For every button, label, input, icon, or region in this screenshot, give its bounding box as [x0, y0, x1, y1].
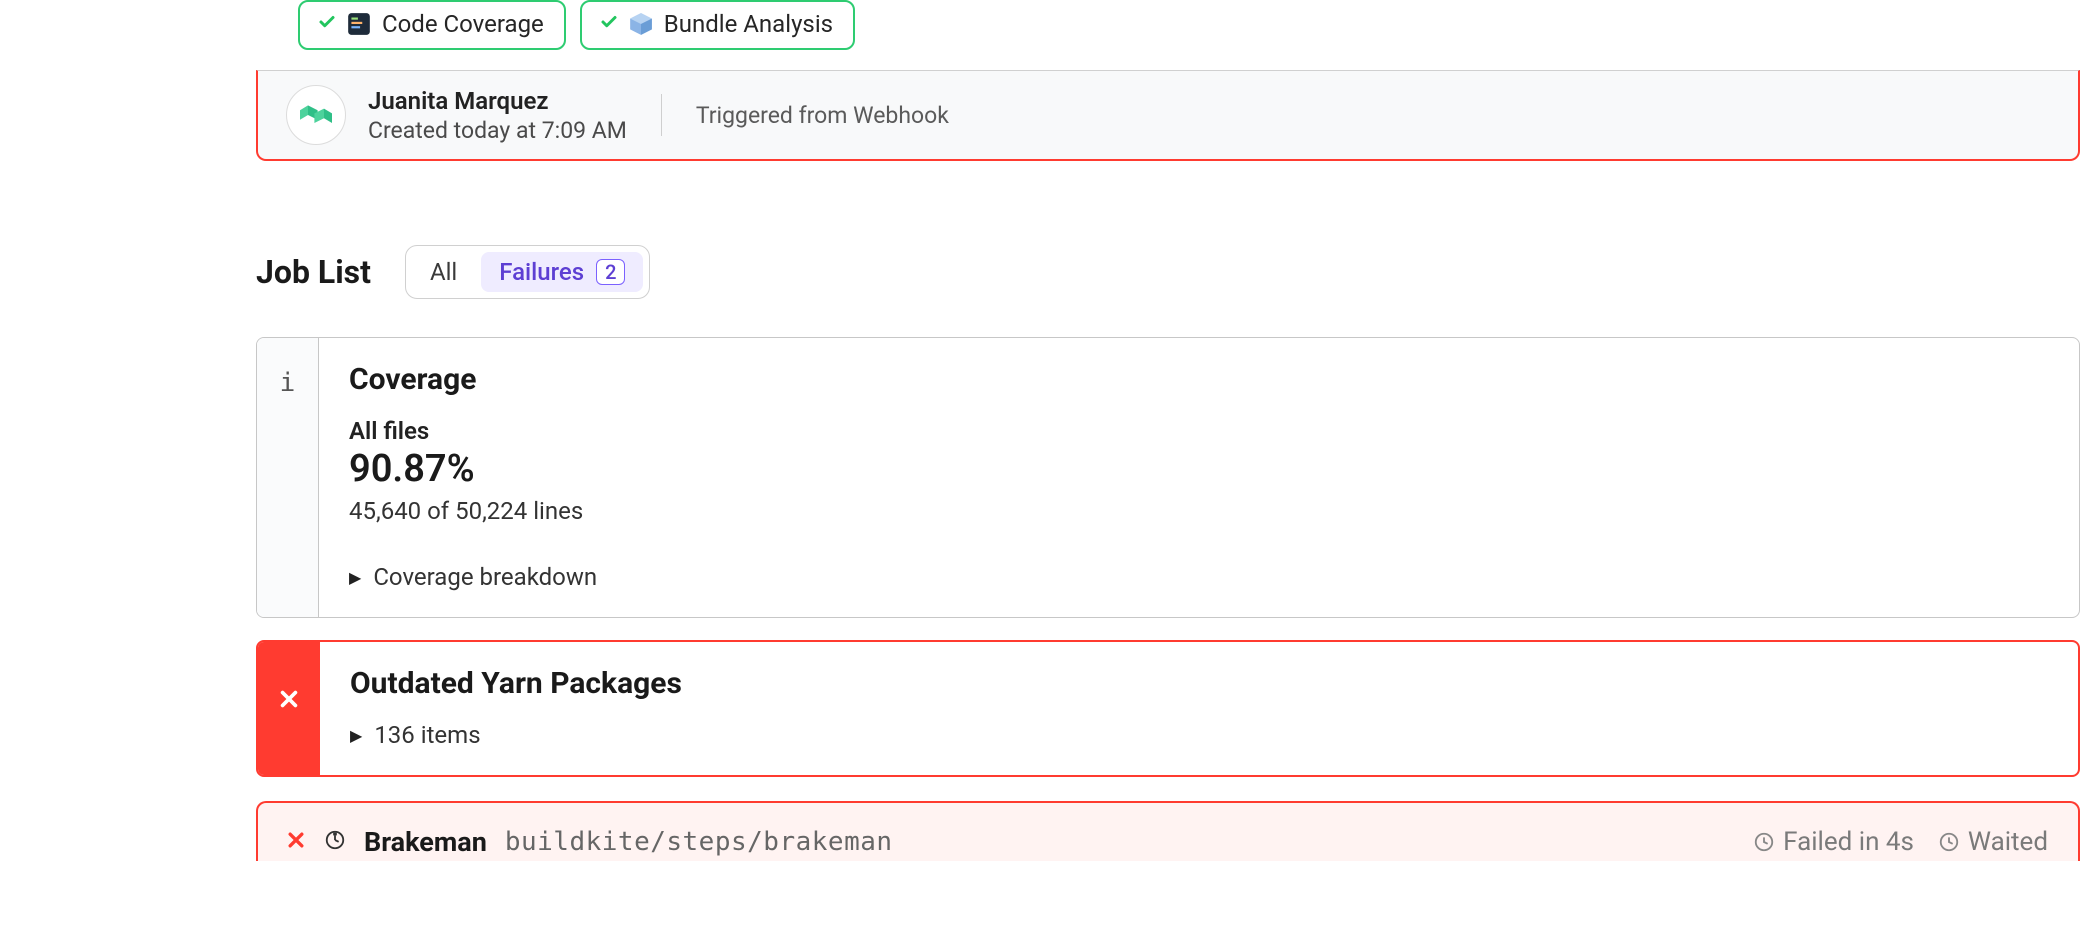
step-label: Code Coverage	[382, 10, 544, 38]
info-icon: i	[257, 338, 319, 617]
job-list-header: Job List All Failures 2	[256, 245, 2080, 299]
check-icon	[318, 12, 336, 37]
job-filter: All Failures 2	[405, 245, 651, 299]
code-coverage-icon	[346, 11, 372, 37]
bundle-icon	[628, 11, 654, 37]
brakeman-icon	[324, 829, 346, 855]
job-yarn-outdated: Outdated Yarn Packages ▶ 136 items	[256, 640, 2080, 777]
separator	[661, 94, 662, 136]
coverage-lines: 45,640 of 50,224 lines	[349, 497, 2049, 525]
filter-failures-label: Failures	[499, 258, 584, 286]
check-icon	[600, 12, 618, 37]
coverage-title: Coverage	[349, 362, 2049, 397]
step-group: Code Coverage Bundle Analysis	[256, 0, 2080, 50]
triangle-icon: ▶	[349, 568, 361, 587]
job-list-title: Job List	[256, 253, 371, 291]
filter-all[interactable]: All	[412, 252, 475, 292]
filter-failures-count: 2	[596, 259, 625, 285]
triangle-icon: ▶	[350, 726, 362, 745]
build-author: Juanita Marquez	[368, 87, 627, 115]
coverage-breakdown-toggle[interactable]: ▶ Coverage breakdown	[349, 563, 2049, 591]
step-code-coverage[interactable]: Code Coverage	[298, 0, 566, 50]
build-created-time: Created today at 7:09 AM	[368, 117, 627, 144]
avatar[interactable]	[286, 85, 346, 145]
job-coverage: i Coverage All files 90.87% 45,640 of 50…	[256, 337, 2080, 618]
yarn-title: Outdated Yarn Packages	[350, 666, 2048, 701]
x-icon	[286, 828, 306, 856]
coverage-percent: 90.87%	[349, 447, 2049, 491]
coverage-subtitle: All files	[349, 417, 2049, 445]
brakeman-name: Brakeman	[364, 826, 487, 858]
coverage-breakdown-label: Coverage breakdown	[373, 563, 597, 591]
brakeman-path: buildkite/steps/brakeman	[505, 827, 893, 857]
filter-failures[interactable]: Failures 2	[481, 252, 643, 292]
job-brakeman[interactable]: Brakeman buildkite/steps/brakeman Failed…	[256, 801, 2080, 861]
step-label: Bundle Analysis	[664, 10, 833, 38]
build-trigger: Triggered from Webhook	[696, 102, 949, 129]
yarn-items-toggle[interactable]: ▶ 136 items	[350, 721, 2048, 749]
build-meta-card: Juanita Marquez Created today at 7:09 AM…	[256, 70, 2080, 161]
waited-duration: Waited	[1938, 827, 2048, 857]
x-icon	[278, 684, 300, 717]
step-bundle-analysis[interactable]: Bundle Analysis	[580, 0, 855, 50]
fail-icon	[258, 642, 320, 775]
yarn-items-label: 136 items	[374, 721, 480, 749]
failed-duration: Failed in 4s	[1753, 827, 1914, 857]
